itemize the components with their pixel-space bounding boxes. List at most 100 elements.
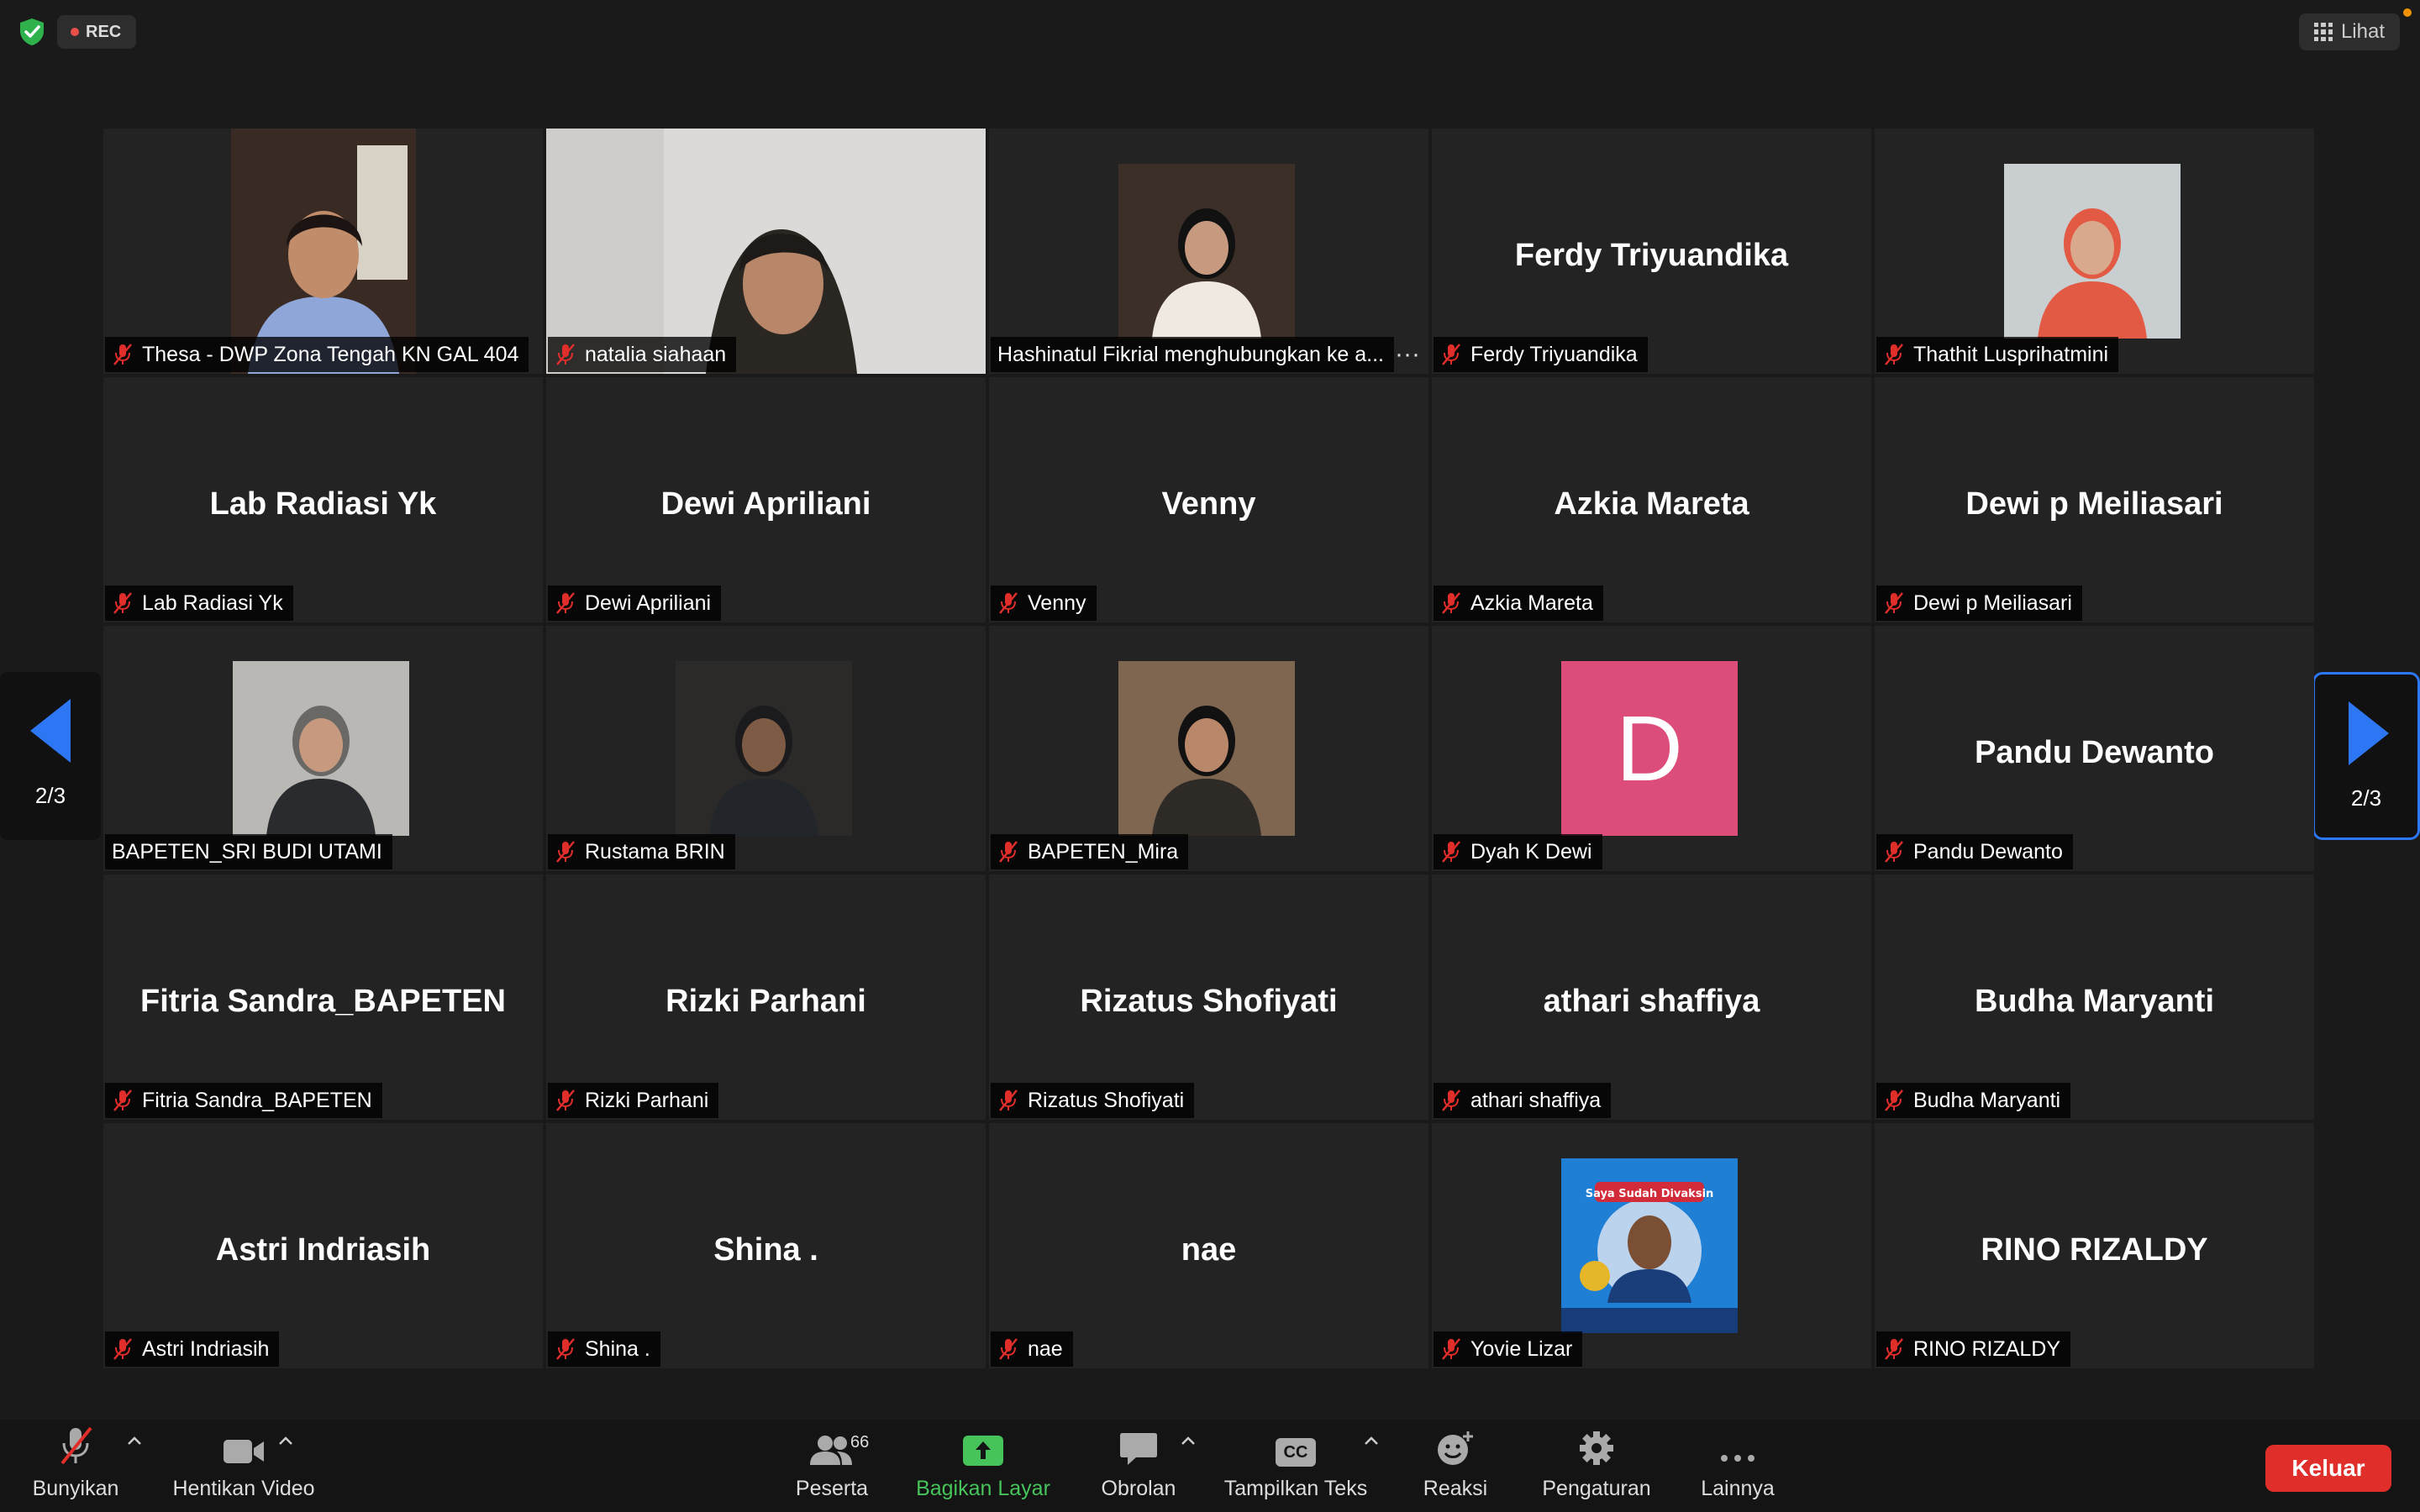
participant-tile-pandu-dewanto[interactable]: Pandu Dewanto Pandu Dewanto [1875, 626, 2314, 871]
participant-name: Shina . [585, 1336, 650, 1361]
muted-mic-icon [999, 592, 1018, 614]
participant-name: RINO RIZALDY [1913, 1336, 2061, 1361]
muted-mic-icon [999, 1338, 1018, 1360]
chat-button[interactable]: Obrolan [1084, 1420, 1193, 1512]
participant-name-label: Rizki Parhani [548, 1083, 719, 1118]
participant-name-label: BAPETEN_SRI BUDI UTAMI [105, 834, 392, 869]
video-feed [233, 661, 409, 836]
security-shield-icon[interactable] [17, 17, 47, 47]
participant-tile-budha-maryanti[interactable]: Budha Maryanti Budha Maryanti [1875, 874, 2314, 1120]
participant-display-name: Rizatus Shofiyati [1080, 984, 1338, 1019]
muted-mic-icon [556, 592, 575, 614]
participant-tile-shina[interactable]: Shina . Shina . [546, 1123, 986, 1368]
participant-tile-dewi-apriliani[interactable]: Dewi Apriliani Dewi Apriliani [546, 377, 986, 622]
gallery-grid: Thesa - DWP Zona Tengah KN GAL 404 natali… [103, 129, 2316, 1383]
settings-label: Pengaturan [1542, 1477, 1651, 1500]
participant-name: Fitria Sandra_BAPETEN [142, 1088, 372, 1112]
participant-tile-lab-radiasi-yk[interactable]: Lab Radiasi Yk Lab Radiasi Yk [103, 377, 543, 622]
participant-name-label: Budha Maryanti [1876, 1083, 2071, 1118]
participant-tile-bapeten-mira[interactable]: BAPETEN_Mira [989, 626, 1428, 871]
participant-name: Budha Maryanti [1913, 1088, 2061, 1112]
stop-video-label: Hentikan Video [172, 1477, 315, 1500]
video-options-caret-icon[interactable] [277, 1435, 294, 1446]
participant-tile-rizatus-shofiyati[interactable]: Rizatus Shofiyati Rizatus Shofiyati [989, 874, 1428, 1120]
smiley-add-icon [1438, 1431, 1473, 1465]
top-bar: REC Lihat [0, 0, 2420, 64]
participant-display-name: Pandu Dewanto [1974, 735, 2215, 770]
participant-name: athari shaffiya [1470, 1088, 1602, 1112]
participant-name: Thathit Lusprihatmini [1913, 342, 2109, 366]
muted-mic-icon [999, 1089, 1018, 1111]
audio-options-caret-icon[interactable] [126, 1435, 143, 1446]
participant-name: natalia siahaan [585, 342, 727, 366]
arrow-left-icon [30, 699, 71, 763]
participant-tile-nae[interactable]: nae nae [989, 1123, 1428, 1368]
participant-display-name: Ferdy Triyuandika [1514, 238, 1789, 273]
participant-tile-yovie-lizar[interactable]: Saya Sudah Divaksin Yovie Lizar [1432, 1123, 1871, 1368]
participant-name-label: Dewi Apriliani [548, 585, 722, 621]
participant-name-label: Rustama BRIN [548, 834, 735, 869]
view-button[interactable]: Lihat [2298, 13, 2400, 50]
participant-name: Hashinatul Fikrial menghubungkan ke a... [997, 342, 1384, 366]
participant-tile-bapeten-sri-budi-utami[interactable]: BAPETEN_SRI BUDI UTAMI [103, 626, 543, 871]
participant-tile-dyah-k-dewi[interactable]: D Dyah K Dewi [1432, 626, 1871, 871]
reactions-label: Reaksi [1423, 1477, 1488, 1500]
next-page-button[interactable]: 2/3 [2312, 672, 2420, 840]
participant-name: BAPETEN_Mira [1028, 839, 1179, 864]
unmute-label: Bunyikan [32, 1477, 119, 1500]
muted-mic-icon [1885, 592, 1903, 614]
leave-meeting-button[interactable]: Keluar [2265, 1445, 2391, 1492]
participant-tile-fitria-sandra-bapeten[interactable]: Fitria Sandra_BAPETEN Fitria Sandra_BAPET… [103, 874, 543, 1120]
participant-display-name: Shina . [713, 1232, 818, 1268]
participant-name: Yovie Lizar [1470, 1336, 1573, 1361]
reactions-button[interactable]: Reaksi [1412, 1420, 1499, 1512]
tile-more-options-icon[interactable]: ··· [1395, 340, 1420, 369]
recording-indicator[interactable]: REC [57, 15, 137, 49]
more-button[interactable]: Lainnya [1689, 1420, 1786, 1512]
participant-tile-rino-rizaldy[interactable]: RINO RIZALDY RINO RIZALDY [1875, 1123, 2314, 1368]
participant-tile-azkia-mareta[interactable]: Azkia Mareta Azkia Mareta [1432, 377, 1871, 622]
captions-options-caret-icon[interactable] [1363, 1435, 1380, 1446]
participant-tile-astri-indriasih[interactable]: Astri Indriasih Astri Indriasih [103, 1123, 543, 1368]
muted-mic-icon [113, 592, 132, 614]
participant-name-label: Yovie Lizar [1434, 1331, 1583, 1367]
participant-tile-dewi-p-meiliasari[interactable]: Dewi p Meiliasari Dewi p Meiliasari [1875, 377, 2314, 622]
participant-tile-athari-shaffiya[interactable]: athari shaffiya athari shaffiya [1432, 874, 1871, 1120]
participant-display-name: Fitria Sandra_BAPETEN [140, 984, 506, 1019]
participant-name-label: Ferdy Triyuandika [1434, 337, 1648, 372]
participant-name: Pandu Dewanto [1913, 839, 2063, 864]
participant-display-name: Dewi p Meiliasari [1965, 486, 2223, 522]
settings-button[interactable]: Pengaturan [1529, 1420, 1664, 1512]
muted-mic-icon [1442, 592, 1460, 614]
video-camera-icon [224, 1440, 264, 1463]
participant-tile-rustama-brin[interactable]: Rustama BRIN [546, 626, 986, 871]
participant-tile-hashinatul-fikrial-menghubungkan-ke-a[interactable]: Hashinatul Fikrial menghubungkan ke a...… [989, 129, 1428, 374]
participants-icon [810, 1436, 852, 1465]
participant-tile-thesa-dwp-zona-tengah-kn-gal-404[interactable]: Thesa - DWP Zona Tengah KN GAL 404 [103, 129, 543, 374]
more-dots-icon [1721, 1455, 1754, 1462]
participant-name-label: Rizatus Shofiyati [991, 1083, 1195, 1118]
stop-video-button[interactable]: Hentikan Video [168, 1420, 319, 1512]
participant-name: Rustama BRIN [585, 839, 725, 864]
show-captions-label: Tampilkan Teks [1223, 1477, 1368, 1500]
participant-tile-ferdy-triyuandika[interactable]: Ferdy Triyuandika Ferdy Triyuandika [1432, 129, 1871, 374]
participant-name-label: natalia siahaan [548, 337, 737, 372]
notification-dot [2403, 8, 2412, 17]
previous-page-button[interactable]: 2/3 [0, 672, 101, 840]
share-screen-label: Bagikan Layar [916, 1477, 1050, 1500]
muted-mic-icon [113, 1089, 132, 1111]
participant-tile-natalia-siahaan[interactable]: natalia siahaan [546, 129, 986, 374]
page-indicator-right: 2/3 [2350, 785, 2382, 811]
participant-tile-rizki-parhani[interactable]: Rizki Parhani Rizki Parhani [546, 874, 986, 1120]
video-feed [1118, 164, 1295, 339]
chat-options-caret-icon[interactable] [1180, 1435, 1197, 1446]
share-screen-button[interactable]: Bagikan Layar [912, 1420, 1055, 1512]
closed-captions-icon: CC [1276, 1438, 1316, 1467]
participant-name-label: BAPETEN_Mira [991, 834, 1189, 869]
show-captions-button[interactable]: CC Tampilkan Teks [1218, 1420, 1373, 1512]
participant-name: Dewi p Meiliasari [1913, 591, 2072, 615]
participant-tile-thathit-lusprihatmini[interactable]: Thathit Lusprihatmini [1875, 129, 2314, 374]
unmute-button[interactable]: Bunyikan [25, 1420, 126, 1512]
participant-name-label: Thesa - DWP Zona Tengah KN GAL 404 [105, 337, 529, 372]
participant-tile-venny[interactable]: Venny Venny [989, 377, 1428, 622]
